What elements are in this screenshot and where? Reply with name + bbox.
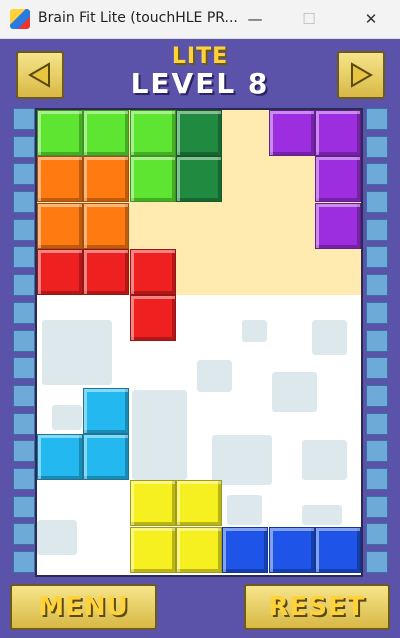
purple-piece-cell[interactable] — [314, 110, 361, 156]
yellow-piece-cell[interactable] — [129, 526, 176, 573]
orange-piece-cell[interactable] — [37, 156, 83, 203]
yellow-piece-cell[interactable] — [129, 480, 176, 527]
background-square — [227, 495, 262, 525]
window-titlebar: Brain Fit Lite (touchHLE PR... — ☐ ✕ — [0, 0, 400, 39]
background-square — [212, 435, 272, 485]
dark-green-piece-cell[interactable] — [175, 156, 222, 203]
purple-piece-cell[interactable] — [268, 110, 315, 156]
yellow-piece-cell[interactable] — [175, 526, 222, 573]
window-title: Brain Fit Lite (touchHLE PR... — [38, 10, 238, 26]
background-square — [52, 405, 82, 430]
background-square — [197, 360, 232, 392]
blue-piece-cell[interactable] — [314, 526, 361, 573]
level-title: LEVEL 8 — [130, 67, 270, 100]
background-square — [302, 440, 347, 480]
orange-piece-cell[interactable] — [37, 202, 83, 249]
background-square — [272, 372, 317, 412]
background-square — [42, 320, 112, 385]
app-icon — [10, 9, 30, 29]
red-piece-cell[interactable] — [83, 248, 130, 295]
blue-piece-cell[interactable] — [222, 526, 269, 573]
puzzle-board[interactable] — [35, 108, 363, 577]
cyan-piece-cell[interactable] — [83, 434, 130, 481]
blue-piece-cell[interactable] — [268, 526, 315, 573]
next-level-button[interactable] — [337, 51, 385, 99]
background-square — [302, 505, 342, 525]
green-piece-cell[interactable] — [83, 110, 130, 156]
right-triangle-icon — [351, 62, 373, 88]
background-square — [312, 320, 347, 355]
left-triangle-icon — [28, 62, 50, 88]
right-border-column — [366, 108, 388, 573]
cyan-piece-cell[interactable] — [83, 387, 130, 434]
menu-button[interactable]: MENU — [10, 584, 157, 630]
background-square — [132, 390, 187, 480]
maximize-button[interactable]: ☐ — [286, 0, 332, 38]
green-piece-cell[interactable] — [129, 156, 176, 203]
red-piece-cell[interactable] — [129, 295, 176, 342]
red-piece-cell[interactable] — [129, 248, 176, 295]
green-piece-cell[interactable] — [129, 110, 176, 156]
orange-piece-cell[interactable] — [83, 156, 130, 203]
dark-green-piece-cell[interactable] — [175, 110, 222, 156]
background-square — [37, 520, 77, 555]
background-square — [242, 320, 267, 342]
cyan-piece-cell[interactable] — [37, 434, 83, 481]
green-piece-cell[interactable] — [37, 110, 83, 156]
game-screen: LITE LEVEL 8 MENU RESET — [0, 39, 400, 638]
yellow-piece-cell[interactable] — [175, 480, 222, 527]
reset-button[interactable]: RESET — [244, 584, 390, 630]
red-piece-cell[interactable] — [37, 248, 83, 295]
left-border-column — [13, 108, 35, 573]
previous-level-button[interactable] — [16, 51, 64, 99]
orange-piece-cell[interactable] — [83, 202, 130, 249]
purple-piece-cell[interactable] — [314, 202, 361, 249]
lite-label: LITE — [171, 44, 229, 69]
minimize-button[interactable]: — — [232, 0, 278, 38]
close-button[interactable]: ✕ — [348, 0, 394, 38]
purple-piece-cell[interactable] — [314, 156, 361, 203]
